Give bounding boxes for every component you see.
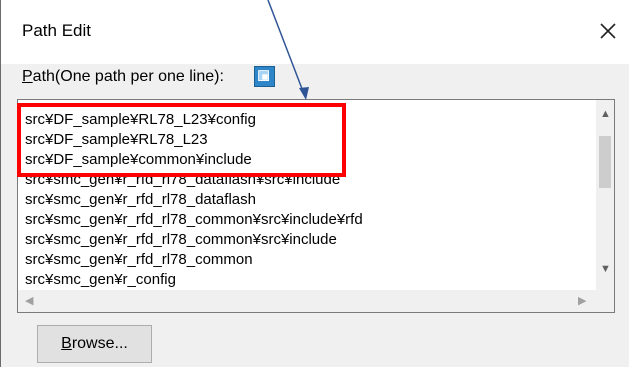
title-bar: Path Edit [1,0,629,64]
path-label: Path(One path per one line): [22,68,224,86]
scroll-right-icon[interactable]: ▶ [578,294,586,307]
scrollbar-corner [596,290,614,312]
browse-mnemonic: B [61,335,72,352]
path-label-mnemonic: P [22,68,33,85]
browse-button[interactable]: Browse... [37,325,152,363]
scroll-left-icon[interactable]: ◀ [25,294,33,307]
path-edit-dialog: Path Edit Path(One path per one line): s… [0,0,629,367]
highlight-box [17,103,346,177]
vertical-scroll-thumb[interactable] [599,136,611,188]
vertical-scrollbar[interactable]: ▲ ▼ [596,100,614,290]
horizontal-scrollbar[interactable]: ◀ ▶ [18,290,596,312]
path-line[interactable]: src¥smc_gen¥r_rfd_rl78_common¥src¥includ… [25,230,590,250]
path-line[interactable]: src¥smc_gen¥r_rfd_rl78_common¥src¥includ… [25,210,590,230]
dialog-title: Path Edit [22,21,91,40]
path-line[interactable]: src¥smc_gen¥r_rfd_rl78_dataflash [25,190,590,210]
browse-label: rowse... [71,335,128,352]
insert-path-icon [258,70,270,82]
scroll-up-icon[interactable]: ▲ [600,108,611,120]
scroll-down-icon[interactable]: ▼ [600,263,611,275]
insert-path-button[interactable] [254,66,275,87]
close-icon[interactable] [595,18,621,44]
path-line[interactable]: src¥smc_gen¥r_config [25,270,590,290]
path-label-text: ath(One path per one line): [32,68,224,85]
path-line[interactable]: src¥smc_gen¥r_rfd_rl78_common [25,250,590,270]
